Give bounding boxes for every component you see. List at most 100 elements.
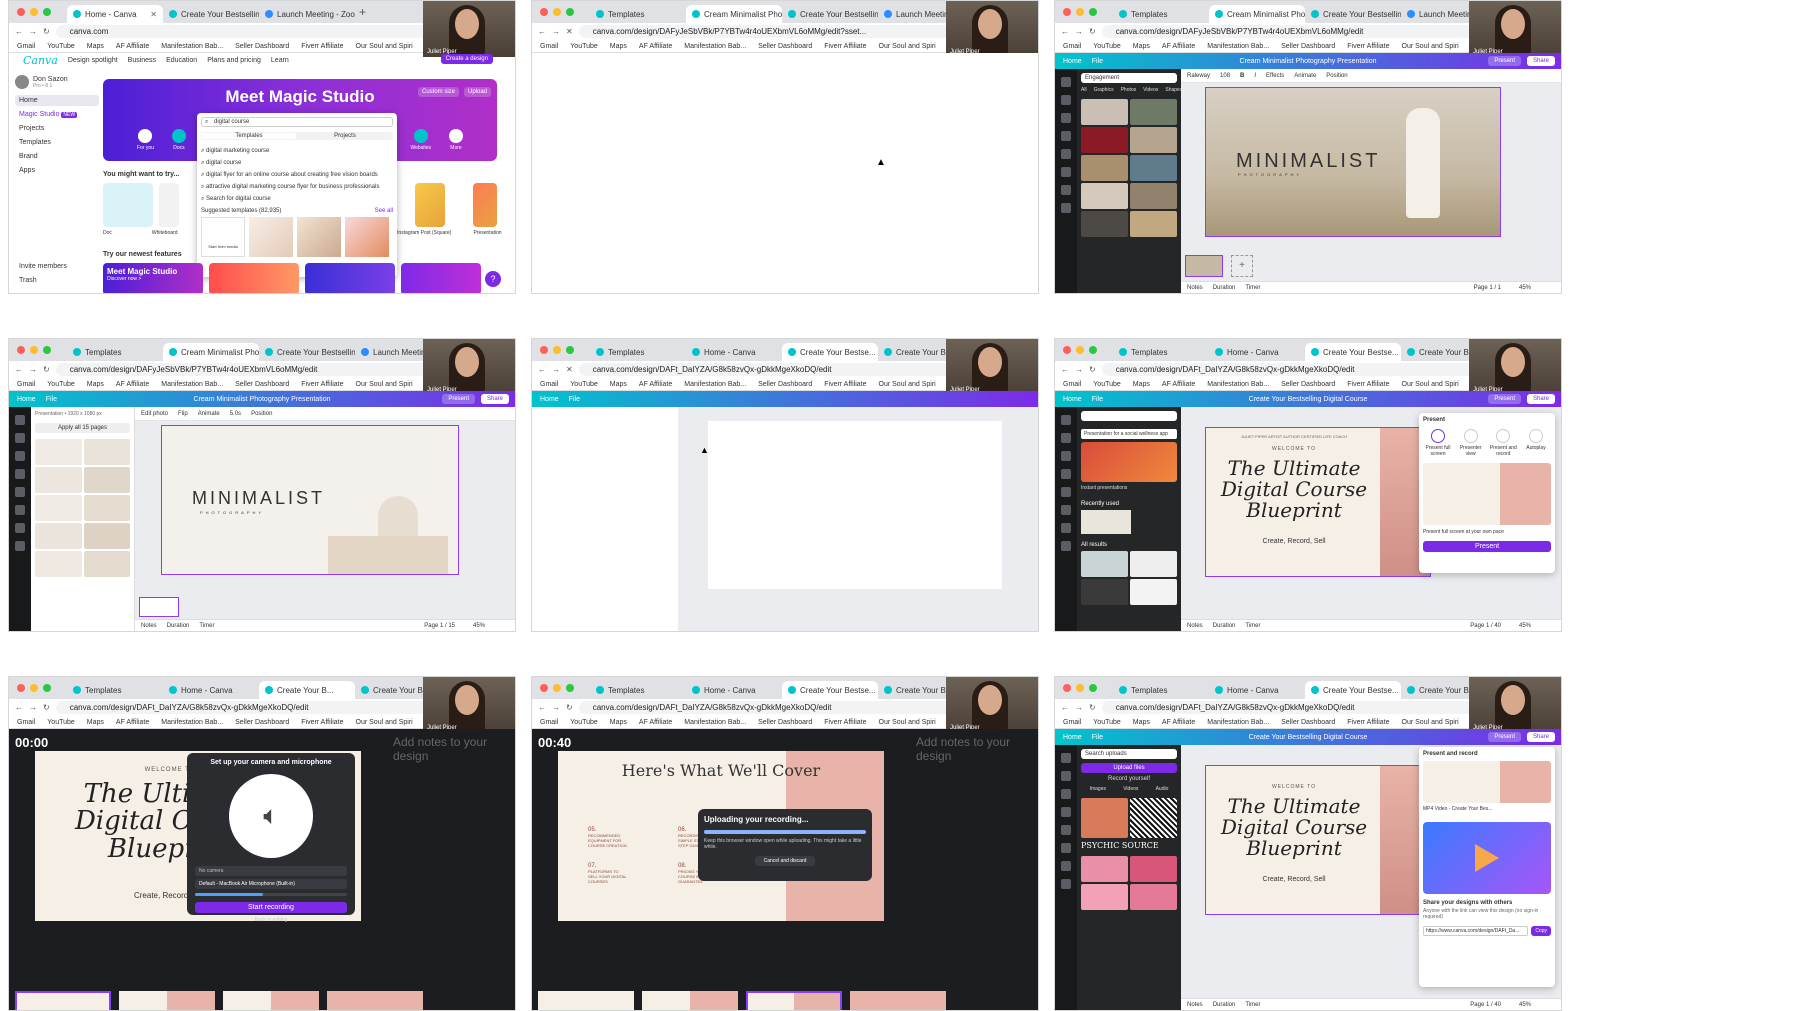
bookmark[interactable]: AF Affiliate (1162, 43, 1195, 50)
bookmark[interactable]: Gmail (17, 43, 35, 50)
sidebar-item-apps[interactable]: Apps (15, 165, 99, 176)
draw-icon[interactable] (15, 505, 25, 515)
url-input[interactable]: canva.com/design/DAFt_DaIYZA/G8k58zvQx-g… (1101, 363, 1491, 376)
bookmark[interactable]: Gmail (540, 43, 558, 50)
page-thumb[interactable] (83, 439, 130, 465)
apply-all-button[interactable]: Apply all 15 pages (35, 423, 130, 433)
slide-canvas[interactable]: WELCOME TO The Ultimate Digital Course Blu… (1205, 765, 1431, 915)
bookmark[interactable]: Fiverr Affiliate (1347, 43, 1389, 50)
upload-button[interactable]: Upload (463, 87, 491, 97)
bookmark[interactable]: Manifestation Bab... (684, 43, 746, 50)
browser-tab[interactable]: Templates (1113, 5, 1209, 23)
slide-canvas[interactable]: MINIMALIST PHOTOGRAPHY (161, 425, 459, 575)
bookmark[interactable]: Maps (610, 43, 627, 50)
bookmark[interactable]: Our Soul and Spiri (356, 381, 413, 388)
suggestion-item[interactable]: ⌕ digital flyer for an online course abo… (201, 169, 393, 181)
reload-icon[interactable]: ↻ (43, 27, 50, 36)
design-icon[interactable] (15, 415, 25, 425)
home-link[interactable]: Home (1063, 396, 1082, 403)
upload-thumb[interactable] (1130, 884, 1177, 910)
window-controls[interactable] (540, 8, 574, 16)
draw-icon[interactable] (1061, 843, 1071, 853)
projects-icon[interactable] (1061, 185, 1071, 195)
tab-images[interactable]: Images (1090, 786, 1106, 792)
microphone-select[interactable]: Default - MacBook Air Microphone (Built-… (195, 879, 347, 889)
notes-button[interactable]: Notes (1187, 285, 1203, 291)
bookmark[interactable]: Maps (87, 719, 104, 726)
flip-button[interactable]: Flip (178, 411, 188, 417)
result-thumb[interactable] (1130, 579, 1177, 605)
zoom-level[interactable]: 45% (1519, 1002, 1531, 1008)
notes-placeholder[interactable]: Add notes to your design (916, 735, 1026, 763)
forward-icon[interactable]: → (552, 27, 560, 36)
animate-button[interactable]: Animate (198, 411, 220, 417)
bookmark[interactable]: Seller Dashboard (235, 719, 289, 726)
present-button[interactable]: Present (442, 394, 475, 404)
timer-button[interactable]: Timer (1245, 623, 1260, 629)
projects-icon[interactable] (1061, 523, 1071, 533)
reload-icon[interactable]: ↻ (566, 703, 573, 712)
bookmark[interactable]: Our Soul and Spiri (879, 43, 936, 50)
back-icon[interactable]: ← (1061, 703, 1069, 712)
category-tab[interactable]: All (1081, 87, 1087, 93)
photo-thumb[interactable] (1130, 183, 1177, 209)
bookmark[interactable]: Manifestation Bab... (161, 43, 223, 50)
bookmark[interactable]: Gmail (540, 719, 558, 726)
nav-item[interactable]: Design spotlight (68, 57, 118, 64)
browser-tab[interactable]: Cream Minimalist Photogr... (1209, 5, 1305, 23)
photo-thumb[interactable] (1130, 127, 1177, 153)
slide-thumb[interactable] (746, 991, 842, 1010)
bookmark[interactable]: Fiverr Affiliate (301, 43, 343, 50)
bookmark[interactable]: Maps (1133, 43, 1150, 50)
file-menu[interactable]: File (1092, 58, 1103, 65)
brand-icon[interactable] (15, 469, 25, 479)
feature-card[interactable]: Meet Magic Studio Discover now > (103, 263, 203, 293)
url-input[interactable]: canva.com/design/DAFt_DaIYZA/G8k58zvQx-g… (578, 363, 968, 376)
bookmark[interactable]: Fiverr Affiliate (824, 43, 866, 50)
bookmark[interactable]: AF Affiliate (116, 719, 149, 726)
slide-title[interactable]: MINIMALIST (192, 488, 325, 509)
share-button[interactable]: Share (1526, 732, 1555, 742)
url-input[interactable]: canva.com/design/DAFyJeSbVBk/P7YBTw4r4oU… (578, 25, 968, 38)
search-input[interactable]: ⌕ digital course (201, 117, 393, 127)
bookmark[interactable]: Seller Dashboard (1281, 719, 1335, 726)
see-all-link[interactable]: See all (375, 208, 393, 214)
back-icon[interactable]: ← (538, 365, 546, 374)
bookmark[interactable]: Our Soul and Spiri (1402, 719, 1459, 726)
bookmark[interactable]: Maps (1133, 381, 1150, 388)
feature-card[interactable] (305, 263, 395, 293)
search-input[interactable]: Engagement (1081, 73, 1177, 83)
slide-thumb[interactable] (538, 991, 634, 1010)
elements-icon[interactable] (15, 433, 25, 443)
tab-videos[interactable]: Videos (1123, 786, 1138, 792)
slide-canvas[interactable]: MINIMALIST PHOTOGRAPHY (1205, 87, 1501, 237)
reload-icon[interactable]: ↻ (1089, 27, 1096, 36)
tab-projects[interactable]: Projects (298, 133, 392, 139)
upload-thumb[interactable] (1081, 856, 1128, 882)
add-page-button[interactable]: + (1231, 255, 1253, 277)
slide-subtitle[interactable]: PHOTOGRAPHY (1238, 172, 1302, 177)
share-button[interactable]: Share (1526, 56, 1555, 66)
position-button[interactable]: Position (1326, 73, 1347, 79)
file-menu[interactable]: File (1092, 396, 1103, 403)
forward-icon[interactable]: → (29, 703, 37, 712)
suggestion-item[interactable]: ⌕ Search for digital course (201, 193, 393, 205)
draw-icon[interactable] (1061, 167, 1071, 177)
help-button[interactable]: ? (485, 271, 501, 287)
bookmark[interactable]: Maps (610, 381, 627, 388)
photo-thumb[interactable] (1081, 99, 1128, 125)
duration-button[interactable]: Duration (1213, 285, 1236, 291)
photo-thumb[interactable] (1081, 127, 1128, 153)
slide-thumb[interactable] (642, 991, 738, 1010)
bookmark[interactable]: Maps (1133, 719, 1150, 726)
photo-thumb[interactable] (1081, 183, 1128, 209)
bookmark[interactable]: AF Affiliate (1162, 381, 1195, 388)
text-icon[interactable] (15, 451, 25, 461)
result-thumb[interactable] (1081, 579, 1128, 605)
nav-item[interactable]: Education (166, 57, 197, 64)
duration-button[interactable]: Duration (167, 623, 190, 629)
suggestion-item[interactable]: ⌕ digital course (201, 157, 393, 169)
projects-icon[interactable] (15, 523, 25, 533)
bookmark[interactable]: Gmail (1063, 43, 1081, 50)
bookmark[interactable]: Gmail (1063, 381, 1081, 388)
